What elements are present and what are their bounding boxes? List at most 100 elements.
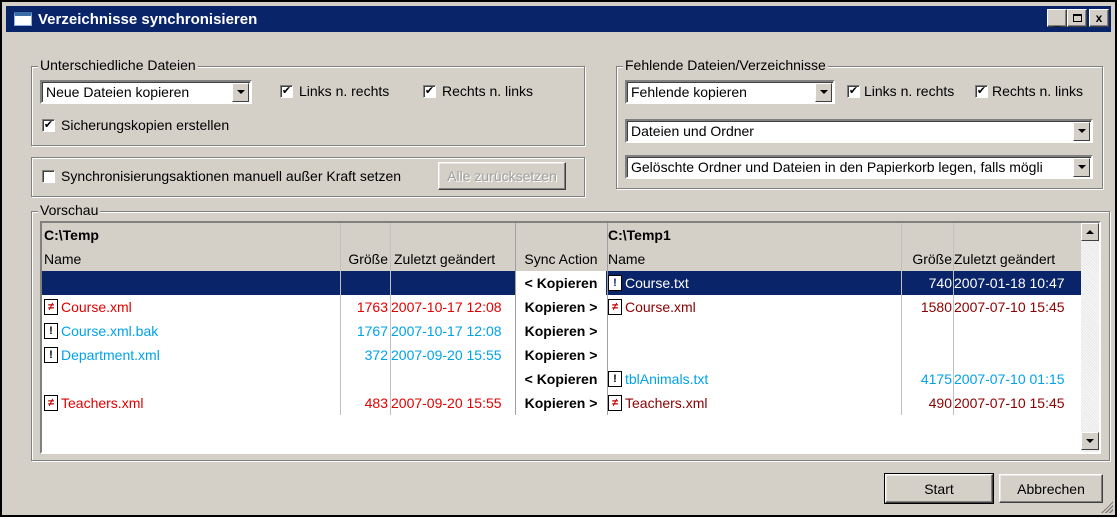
different-files-group: Unterschiedliche Dateien Neue Dateien ko… (31, 57, 585, 146)
right-modified-cell: 2007-01-18 10:47 (954, 275, 1065, 291)
table-row[interactable]: ! Course.xml.bak 1767 2007-10-17 12:08 Ko… (42, 319, 1081, 343)
exclamation-file-icon: ! (44, 323, 58, 339)
sync-action-cell[interactable]: Kopieren > (516, 391, 606, 415)
table-row[interactable]: ! Department.xml 372 2007-09-20 15:55 Kop… (42, 343, 1081, 367)
left-directory-header: C:\Temp (44, 227, 99, 243)
override-checkbox[interactable]: Synchronisierungsaktionen manuell außer … (42, 168, 401, 184)
sync-action-cell[interactable]: < Kopieren (516, 367, 606, 391)
resize-grip-icon[interactable] (1101, 501, 1113, 513)
right-name-cell: ≠ Course.xml (608, 295, 902, 319)
file-type-value: Dateien und Ordner (631, 123, 754, 139)
left-size-column-header[interactable]: Größe (342, 247, 388, 271)
minimize-button[interactable]: _ (1047, 9, 1067, 27)
checkbox-checked-icon[interactable]: ✔ (423, 84, 436, 98)
backup-copies-checkbox[interactable]: ✔ Sicherungskopien erstellen (42, 117, 229, 133)
right-name-cell: ! tblAnimals.txt (608, 367, 902, 391)
delete-mode-value: Gelöschte Ordner und Dateien in den Papi… (631, 159, 1043, 175)
table-row[interactable]: < Kopieren ! tblAnimals.txt 4175 2007-07-… (42, 367, 1081, 391)
checkbox-unchecked-icon[interactable] (42, 169, 55, 183)
column-divider (515, 223, 516, 415)
left-modified-column-header[interactable]: Zuletzt geändert (394, 247, 516, 271)
checkbox-checked-icon[interactable]: ✔ (280, 84, 293, 98)
window-title: Verzeichnisse synchronisieren (38, 10, 258, 28)
right-size-cell: 4175 (920, 371, 952, 387)
chevron-down-icon[interactable] (1073, 157, 1090, 177)
left-size-cell: 1763 (356, 299, 388, 315)
right-size-cell: 490 (928, 395, 952, 411)
sync-action-cell[interactable]: Kopieren > (516, 319, 606, 343)
chevron-down-icon[interactable] (815, 82, 832, 102)
table-row[interactable]: < Kopieren ! Course.txt 740 2007-01-18 10… (42, 271, 1081, 295)
missing-right-to-left-label: Rechts n. links (992, 83, 1084, 99)
diff-right-to-left-checkbox[interactable]: ✔ Rechts n. links (423, 83, 533, 99)
left-name-column-header[interactable]: Name (44, 247, 340, 271)
scroll-up-button[interactable] (1081, 223, 1099, 241)
missing-mode-value: Fehlende kopieren (631, 84, 747, 100)
preview-grid[interactable]: C:\Temp C:\Temp1 Name Größe Zuletzt geän… (40, 221, 1101, 454)
preview-legend: Vorschau (38, 202, 101, 218)
chevron-down-icon (1086, 439, 1094, 443)
override-group: Synchronisierungsaktionen manuell außer … (31, 157, 585, 197)
not-equal-file-icon: ≠ (44, 395, 58, 411)
column-divider (901, 223, 902, 415)
checkbox-checked-icon[interactable]: ✔ (847, 84, 860, 98)
sync-action-cell[interactable]: Kopieren > (516, 343, 606, 367)
diff-mode-select[interactable]: Neue Dateien kopieren (40, 80, 252, 104)
cancel-button[interactable]: Abbrechen (999, 474, 1103, 503)
sync-action-cell[interactable]: Kopieren > (516, 295, 606, 319)
file-type-select[interactable]: Dateien und Ordner (625, 119, 1093, 143)
exclamation-file-icon: ! (608, 275, 622, 291)
scroll-down-button[interactable] (1081, 432, 1099, 450)
diff-left-to-right-label: Links n. rechts (299, 83, 390, 99)
exclamation-file-icon: ! (608, 371, 622, 387)
sync-action-cell[interactable]: < Kopieren (516, 271, 606, 295)
close-button[interactable]: x (1089, 9, 1109, 27)
checkbox-checked-icon[interactable]: ✔ (975, 84, 988, 98)
missing-right-to-left-checkbox[interactable]: ✔ Rechts n. links (975, 83, 1083, 99)
reset-all-button[interactable]: Alle zurücksetzen (438, 162, 566, 190)
column-divider (607, 223, 608, 415)
diff-mode-value: Neue Dateien kopieren (46, 84, 190, 100)
right-name-cell: ≠ Teachers.xml (608, 391, 902, 415)
left-modified-cell: 2007-09-20 15:55 (391, 347, 502, 363)
maximize-button[interactable] (1067, 9, 1087, 27)
checkbox-checked-icon[interactable]: ✔ (42, 118, 55, 132)
left-modified-cell: 2007-10-17 12:08 (391, 299, 502, 315)
column-header-row: Name Größe Zuletzt geändert Sync Action … (42, 247, 1083, 271)
diff-left-to-right-checkbox[interactable]: ✔ Links n. rechts (280, 83, 389, 99)
right-modified-cell: 2007-07-10 01:15 (954, 371, 1065, 387)
right-name-column-header[interactable]: Name (608, 247, 902, 271)
delete-mode-select[interactable]: Gelöschte Ordner und Dateien in den Papi… (625, 155, 1093, 179)
title-bar[interactable]: Verzeichnisse synchronisieren _ x (6, 6, 1111, 32)
right-modified-cell: 2007-07-10 15:45 (954, 395, 1065, 411)
left-name-cell: ! Department.xml (44, 343, 340, 367)
right-size-column-header[interactable]: Größe (902, 247, 952, 271)
vertical-scrollbar[interactable] (1081, 223, 1099, 452)
missing-files-group: Fehlende Dateien/Verzeichnisse Fehlende … (616, 57, 1103, 189)
column-divider (953, 223, 954, 415)
override-label: Synchronisierungsaktionen manuell außer … (61, 168, 402, 184)
right-modified-cell: 2007-07-10 15:45 (954, 299, 1065, 315)
missing-files-legend: Fehlende Dateien/Verzeichnisse (623, 57, 828, 73)
left-modified-cell: 2007-09-20 15:55 (391, 395, 502, 411)
exclamation-file-icon: ! (44, 347, 58, 363)
not-equal-file-icon: ≠ (44, 299, 58, 315)
directory-header-row: C:\Temp C:\Temp1 (42, 223, 1083, 247)
right-modified-column-header[interactable]: Zuletzt geändert (954, 247, 1078, 271)
chevron-down-icon[interactable] (1073, 121, 1090, 141)
table-row[interactable]: ≠ Teachers.xml 483 2007-09-20 15:55 Kopie… (42, 391, 1081, 415)
minimize-icon: _ (1053, 14, 1061, 28)
chevron-down-icon[interactable] (232, 82, 249, 102)
start-button[interactable]: Start (884, 473, 994, 504)
right-name-cell: ! Course.txt (608, 271, 902, 295)
sync-action-column-header[interactable]: Sync Action (516, 247, 606, 271)
missing-left-to-right-checkbox[interactable]: ✔ Links n. rechts (847, 83, 954, 99)
left-name-cell: ! Course.xml.bak (44, 319, 340, 343)
missing-mode-select[interactable]: Fehlende kopieren (625, 80, 835, 104)
maximize-icon (1072, 14, 1082, 22)
table-row[interactable]: ≠ Course.xml 1763 2007-10-17 12:08 Kopier… (42, 295, 1081, 319)
right-size-cell: 740 (928, 275, 952, 291)
close-icon: x (1095, 11, 1103, 25)
not-equal-file-icon: ≠ (608, 299, 622, 315)
window-icon (14, 12, 32, 26)
